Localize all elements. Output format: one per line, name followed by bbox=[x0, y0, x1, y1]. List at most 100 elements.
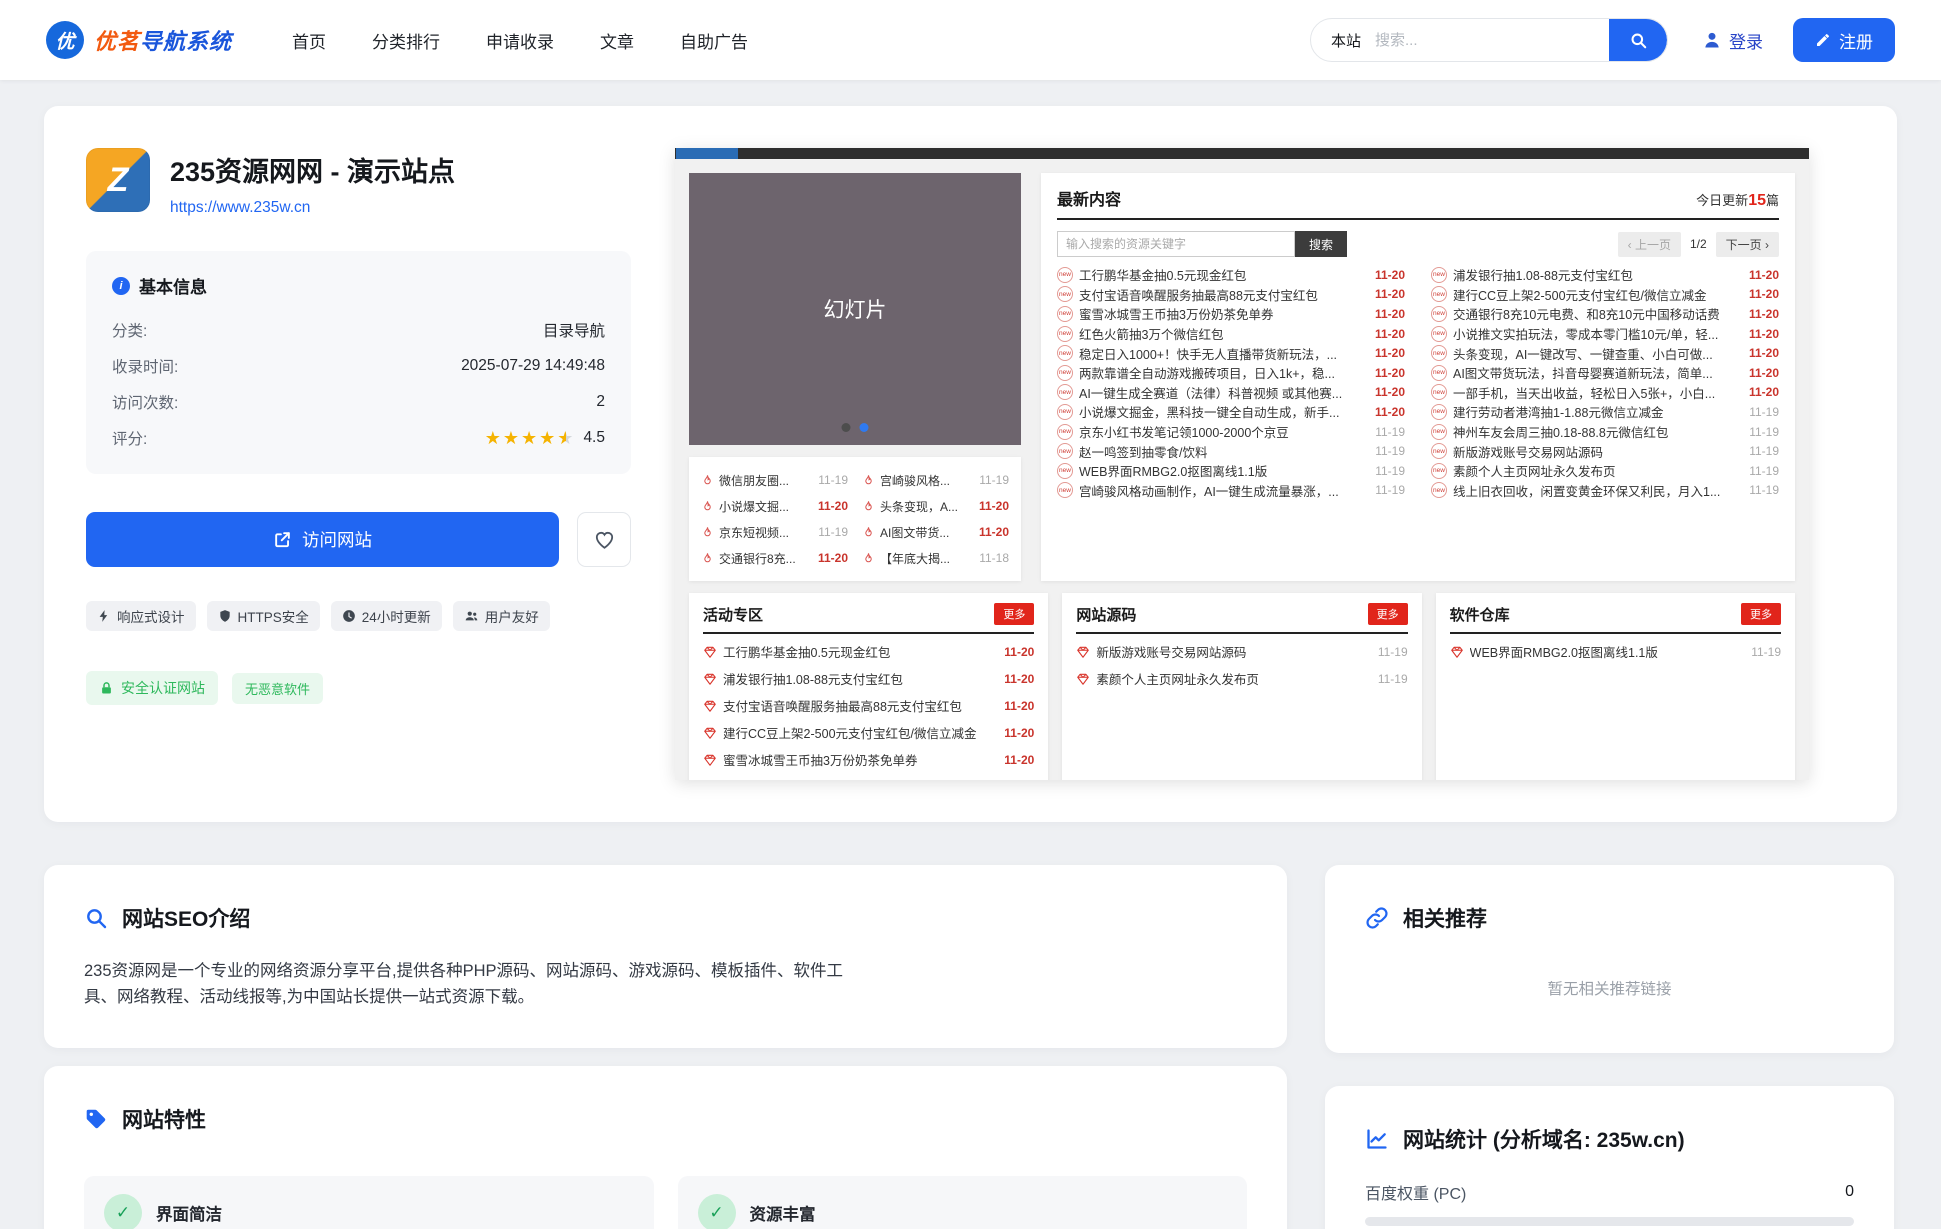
gem-icon bbox=[1076, 672, 1090, 686]
new-icon: new bbox=[1431, 306, 1447, 322]
new-icon: new bbox=[1431, 326, 1447, 342]
more-button: 更多 bbox=[1368, 603, 1408, 625]
favorite-button[interactable] bbox=[577, 512, 631, 567]
preview-latest-item: new 赵一鸣签到抽零食/饮料 11-19 bbox=[1057, 441, 1405, 461]
preview-latest-item: new 两款靠谱全自动游戏搬砖项目，日入1k+，稳... 11-20 bbox=[1057, 363, 1405, 383]
preview-latest-item: new 支付宝语音唤醒服务抽最高88元支付宝红包 11-20 bbox=[1057, 285, 1405, 305]
new-icon: new bbox=[1057, 326, 1073, 342]
preview-loading-bar bbox=[676, 148, 738, 159]
site-preview-screenshot[interactable]: 幻灯片 微信朋友圈... 11-19 bbox=[675, 148, 1809, 780]
preview-mini-item: 小说爆文掘... 11-20 bbox=[701, 493, 848, 519]
preview-latest-item: new 工行鹏华基金抽0.5元现金红包 11-20 bbox=[1057, 265, 1405, 285]
related-empty-text: 暂无相关推荐链接 bbox=[1365, 977, 1854, 1015]
preview-mini-item: 头条变现，A... 11-20 bbox=[862, 493, 1009, 519]
preview-page-indicator: 1/2 bbox=[1690, 237, 1707, 251]
brand-name: 优茗导航系统 bbox=[94, 24, 232, 56]
nav-link[interactable]: 文章 bbox=[600, 28, 634, 53]
preview-latest-title: 最新内容 bbox=[1057, 186, 1121, 210]
new-icon: new bbox=[1431, 482, 1447, 498]
new-icon: new bbox=[1057, 267, 1073, 283]
new-icon: new bbox=[1057, 365, 1073, 381]
shield-icon bbox=[218, 609, 232, 623]
preview-latest-item: new 浦发银行抽1.08-88元支付宝红包 11-20 bbox=[1431, 265, 1779, 285]
preview-section-item: 支付宝语音唤醒服务抽最高88元支付宝红包 11-20 bbox=[703, 692, 1034, 719]
tag-responsive: 响应式设计 bbox=[86, 601, 196, 631]
cert-badge: 安全认证网站 bbox=[86, 671, 218, 705]
preview-latest-item: new 新版游戏账号交易网站源码 11-19 bbox=[1431, 441, 1779, 461]
preview-latest-item: new 一部手机，当天出收益，轻松日入5张+，小白... 11-20 bbox=[1431, 383, 1779, 403]
new-icon: new bbox=[1057, 384, 1073, 400]
lightning-icon bbox=[97, 609, 111, 623]
login-link[interactable]: 登录 bbox=[1702, 28, 1763, 53]
gem-icon bbox=[703, 672, 717, 686]
flame-icon bbox=[701, 552, 714, 565]
preview-latest-item: new AI图文带货玩法，抖音母婴赛道新玩法，简单... 11-20 bbox=[1431, 363, 1779, 383]
preview-latest-item: new 线上旧衣回收，闲置变黄金环保又利民，月入1... 11-19 bbox=[1431, 481, 1779, 501]
safe-badge: 无恶意软件 bbox=[232, 673, 323, 704]
preview-section-item: 工行鹏华基金抽0.5元现金红包 11-20 bbox=[703, 638, 1034, 665]
pencil-icon bbox=[1815, 32, 1831, 48]
site-url-link[interactable]: https://www.235w.cn bbox=[170, 199, 310, 217]
rating-row: 评分: ★★★★★ 4.5 bbox=[112, 420, 605, 456]
preview-section-title: 网站源码 bbox=[1076, 604, 1136, 625]
preview-mini-item: AI图文带货... 11-20 bbox=[862, 519, 1009, 545]
main-nav: 首页 分类排行 申请收录 文章 自助广告 bbox=[292, 28, 748, 53]
users-icon bbox=[464, 609, 479, 623]
nav-link[interactable]: 分类排行 bbox=[372, 28, 440, 53]
preview-latest-item: new 神州车友会周三抽0.18-88.8元微信红包 11-19 bbox=[1431, 422, 1779, 442]
preview-section-item: 建行CC豆上架2-500元支付宝红包/微信立减金 11-20 bbox=[703, 719, 1034, 746]
gem-icon bbox=[1076, 645, 1090, 659]
search-icon bbox=[1629, 31, 1648, 50]
flame-icon bbox=[701, 500, 714, 513]
nav-link[interactable]: 申请收录 bbox=[486, 28, 554, 53]
flame-icon bbox=[701, 474, 714, 487]
visit-site-button[interactable]: 访问网站 bbox=[86, 512, 559, 567]
preview-mini-item: 【年底大揭... 11-18 bbox=[862, 545, 1009, 571]
preview-latest-item: new 建行劳动者港湾抽1-1.88元微信立减金 11-19 bbox=[1431, 402, 1779, 422]
feature-tags: 响应式设计 HTTPS安全 24小时更新 用户友好 bbox=[86, 601, 631, 631]
stat-progress-bar bbox=[1365, 1217, 1854, 1226]
new-icon: new bbox=[1057, 345, 1073, 361]
site-logo[interactable]: 优 优茗导航系统 bbox=[46, 21, 232, 59]
gem-icon bbox=[1450, 645, 1464, 659]
preview-latest-left-column: new 工行鹏华基金抽0.5元现金红包 11-20 new 支付宝语音唤醒服务抽… bbox=[1057, 265, 1405, 500]
preview-search-button: 搜索 bbox=[1295, 231, 1347, 257]
new-icon: new bbox=[1057, 306, 1073, 322]
preview-section-item: WEB界面RMBG2.0抠图离线1.1版 11-19 bbox=[1450, 638, 1781, 665]
new-icon: new bbox=[1431, 404, 1447, 420]
chart-icon bbox=[1365, 1127, 1389, 1151]
nav-link[interactable]: 自助广告 bbox=[680, 28, 748, 53]
search-input[interactable] bbox=[1375, 32, 1609, 49]
preview-section-item: 新版游戏账号交易网站源码 11-19 bbox=[1076, 638, 1407, 665]
gem-icon bbox=[703, 726, 717, 740]
feature-item: ✓ 界面简洁 bbox=[84, 1176, 654, 1229]
nav-link[interactable]: 首页 bbox=[292, 28, 326, 53]
gem-icon bbox=[703, 699, 717, 713]
preview-latest-item: new 蜜雪冰城雪王币抽3万份奶茶免单券 11-20 bbox=[1057, 304, 1405, 324]
check-icon: ✓ bbox=[104, 1194, 142, 1229]
register-button[interactable]: 注册 bbox=[1793, 18, 1895, 62]
preview-latest-panel: 最新内容 今日更新15篇 搜索 ‹ 上一页 1/2 下一页 › bbox=[1041, 173, 1795, 581]
lock-icon bbox=[99, 681, 114, 696]
flame-icon bbox=[862, 474, 875, 487]
related-card: 相关推荐 暂无相关推荐链接 bbox=[1325, 865, 1894, 1053]
stat-row: 百度权重 (PC) 0 bbox=[1365, 1180, 1854, 1204]
top-navbar: 优 优茗导航系统 首页 分类排行 申请收录 文章 自助广告 本站 登录 注册 bbox=[0, 0, 1941, 80]
clock-icon bbox=[342, 609, 356, 623]
search-scope-select[interactable]: 本站 bbox=[1311, 30, 1375, 51]
info-icon: i bbox=[112, 277, 130, 295]
basic-info-panel: i 基本信息 分类: 目录导航 收录时间: 2025-07-29 14:49:4… bbox=[86, 251, 631, 474]
preview-latest-item: new 交通银行8充10元电费、和8充10元中国移动话费 11-20 bbox=[1431, 304, 1779, 324]
basic-info-title: 基本信息 bbox=[139, 273, 207, 298]
preview-mini-item: 交通银行8充... 11-20 bbox=[701, 545, 848, 571]
gem-icon bbox=[703, 645, 717, 659]
preview-mini-item: 微信朋友圈... 11-19 bbox=[701, 467, 848, 493]
preview-latest-item: new 建行CC豆上架2-500元支付宝红包/微信立减金 11-20 bbox=[1431, 285, 1779, 305]
new-icon: new bbox=[1057, 424, 1073, 440]
preview-mini-item: 京东短视频... 11-19 bbox=[701, 519, 848, 545]
preview-section-title: 活动专区 bbox=[703, 604, 763, 625]
related-title: 相关推荐 bbox=[1403, 903, 1487, 933]
search-button[interactable] bbox=[1609, 18, 1667, 62]
preview-update-count: 今日更新15篇 bbox=[1696, 190, 1779, 210]
new-icon: new bbox=[1057, 404, 1073, 420]
